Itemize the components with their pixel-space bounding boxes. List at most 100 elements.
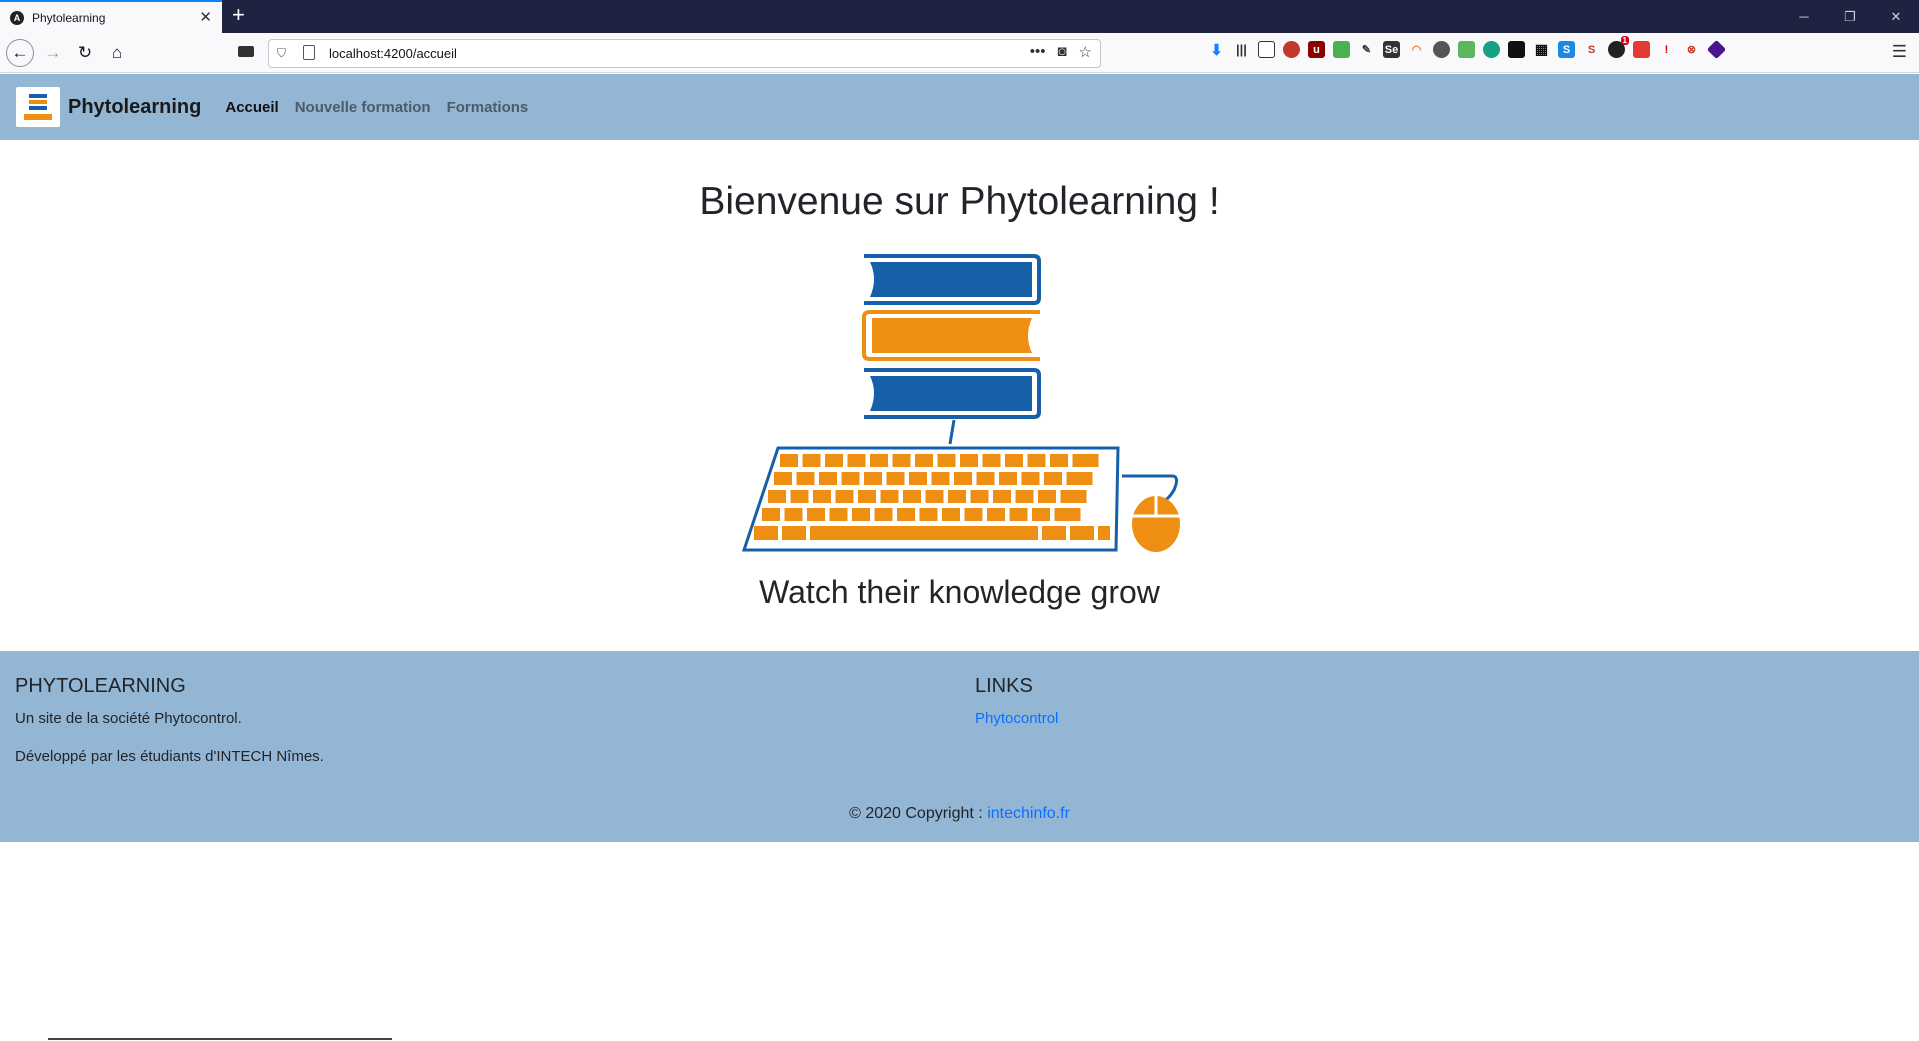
pocket-icon[interactable]: ◙ <box>1057 43 1066 61</box>
new-tab-icon[interactable]: + <box>232 4 245 26</box>
keyboard-keys <box>754 454 1110 540</box>
close-tab-icon[interactable]: ✕ <box>199 10 212 25</box>
star-icon[interactable]: ☆ <box>1079 43 1092 61</box>
close-window-icon[interactable]: ✕ <box>1873 0 1919 33</box>
extension-icon[interactable]: ⊗ <box>1683 41 1700 58</box>
gauge-icon[interactable]: ◠ <box>1408 41 1425 58</box>
nav-link-nouvelle-formation[interactable]: Nouvelle formation <box>295 99 431 116</box>
nav-link-formations[interactable]: Formations <box>447 99 529 116</box>
library-icon[interactable]: ||| <box>1233 41 1250 58</box>
ublock-icon[interactable]: u <box>1308 41 1325 58</box>
extension-icon[interactable]: S <box>1583 41 1600 58</box>
forward-icon[interactable]: → <box>40 40 66 66</box>
keyboard-key <box>937 454 956 467</box>
keyboard-key <box>919 508 938 521</box>
eyedropper-icon[interactable]: ✎ <box>1358 41 1375 58</box>
footer: PHYTOLEARNING Un site de la société Phyt… <box>0 651 1919 842</box>
sidebar-icon[interactable] <box>1258 41 1275 58</box>
keyboard-key <box>870 454 888 467</box>
footer-company-text: Un site de la société Phytocontrol. <box>15 710 242 727</box>
grid-icon[interactable]: ▦ <box>1533 41 1550 58</box>
keyboard-key <box>1027 454 1046 467</box>
extension-icon[interactable] <box>1458 41 1475 58</box>
keyboard-key <box>987 508 1005 521</box>
keyboard-key <box>841 472 860 485</box>
keyboard-key <box>1060 490 1087 503</box>
extension-icon[interactable] <box>1333 41 1350 58</box>
back-icon[interactable]: ← <box>6 39 34 67</box>
home-icon[interactable]: ⌂ <box>104 40 130 66</box>
keyboard-key <box>768 490 786 503</box>
keyboard-key <box>976 472 995 485</box>
keyboard-key <box>886 472 905 485</box>
minimize-icon[interactable]: ─ <box>1781 0 1827 33</box>
keyboard-key <box>942 508 960 521</box>
keyboard-key <box>982 454 1001 467</box>
keyboard-key <box>931 472 950 485</box>
keyboard-key <box>762 508 780 521</box>
url-text[interactable]: localhost:4200/accueil <box>329 46 457 61</box>
extension-icon[interactable] <box>1433 41 1450 58</box>
nav-link-accueil[interactable]: Accueil <box>225 99 278 116</box>
keyboard-key <box>1072 454 1099 467</box>
laptop-icon[interactable] <box>238 46 254 57</box>
keyboard-key <box>852 508 870 521</box>
skype-icon[interactable]: S <box>1558 41 1575 58</box>
copyright: © 2020 Copyright : intechinfo.fr <box>0 805 1919 823</box>
notification-badge: 1 <box>1620 36 1629 45</box>
shield-extension-icon[interactable] <box>1508 41 1525 58</box>
keyboard-key <box>802 454 821 467</box>
keyboard-key <box>1009 508 1028 521</box>
more-icon[interactable]: ••• <box>1030 43 1046 61</box>
url-actions: ••• ◙ ☆ <box>1030 43 1092 61</box>
keyboard-key <box>825 454 843 467</box>
download-icon[interactable]: ⬇ <box>1208 41 1225 59</box>
keyboard-key <box>903 490 921 503</box>
extension-icon[interactable]: Se <box>1383 41 1400 58</box>
taskbar-edge <box>48 1038 392 1040</box>
keyboard-key <box>892 454 911 467</box>
extension-icon[interactable] <box>1283 41 1300 58</box>
keyboard-key <box>1015 490 1034 503</box>
keyboard-key <box>1021 472 1040 485</box>
hamburger-menu-icon[interactable]: ☰ <box>1892 42 1907 62</box>
keyboard-key <box>970 490 989 503</box>
keyboard-key <box>813 490 831 503</box>
page-title: Bienvenue sur Phytolearning ! <box>699 180 1220 223</box>
copyright-text: © 2020 Copyright : <box>849 805 988 822</box>
extension-icon[interactable] <box>1706 39 1727 60</box>
keyboard-key <box>1070 526 1094 540</box>
keyboard-key <box>782 526 806 540</box>
keyboard-key <box>790 490 809 503</box>
footer-links: LINKS Phytocontrol <box>975 675 1058 728</box>
keyboard-key <box>874 508 893 521</box>
restore-icon[interactable]: ❐ <box>1827 0 1873 33</box>
tab-title: Phytolearning <box>32 10 106 25</box>
footer-about: PHYTOLEARNING Un site de la société Phyt… <box>15 675 324 786</box>
keyboard-key <box>796 472 815 485</box>
phytocontrol-link[interactable]: Phytocontrol <box>975 710 1058 727</box>
url-bar[interactable]: ⛉ localhost:4200/accueil ••• ◙ ☆ <box>268 39 1101 68</box>
keyboard-key <box>1066 472 1093 485</box>
keyboard-key <box>1042 526 1066 540</box>
keyboard-key <box>1054 508 1081 521</box>
notification-icon[interactable]: 1 <box>1608 36 1629 58</box>
keyboard-key <box>964 508 983 521</box>
keyboard-key <box>864 472 882 485</box>
intechinfo-link[interactable]: intechinfo.fr <box>987 805 1070 822</box>
extension-icon[interactable] <box>1633 41 1650 58</box>
keyboard-key <box>784 508 803 521</box>
keyboard-key <box>780 454 798 467</box>
extension-icon[interactable] <box>1483 41 1500 58</box>
browser-window: A Phytolearning ✕ + ─ ❐ ✕ ← → ↻ ⌂ ⛉ loca… <box>0 0 1919 73</box>
shield-icon[interactable]: ⛉ <box>277 46 286 61</box>
browser-tab[interactable]: A Phytolearning ✕ <box>0 0 222 33</box>
alert-icon[interactable]: ! <box>1658 41 1675 58</box>
brand-name[interactable]: Phytolearning <box>68 96 201 119</box>
keyboard-key <box>829 508 848 521</box>
brand-logo[interactable] <box>16 87 60 127</box>
keyboard-key <box>807 508 825 521</box>
reload-icon[interactable]: ↻ <box>72 40 98 66</box>
keyboard-key <box>1038 490 1056 503</box>
keyboard-key <box>1005 454 1023 467</box>
